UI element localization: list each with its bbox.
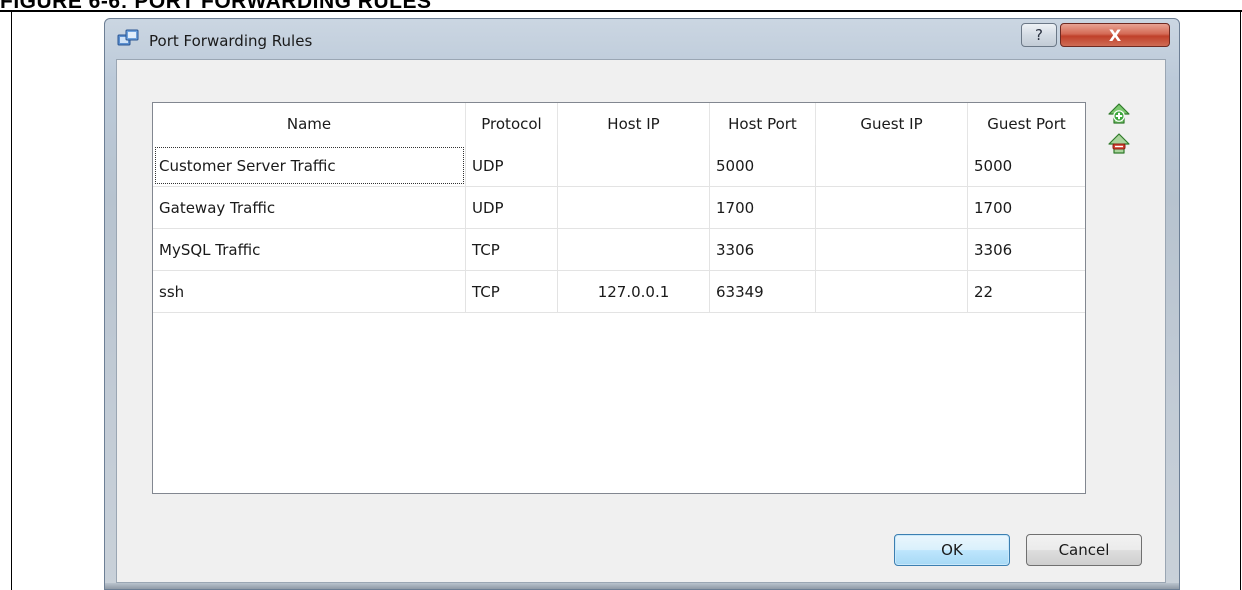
cell-protocol[interactable]: UDP — [466, 145, 558, 186]
cell-host-port[interactable]: 1700 — [710, 187, 816, 228]
cell-name[interactable]: Customer Server Traffic — [153, 145, 466, 186]
figure-frame-top — [0, 10, 1242, 12]
title-bar[interactable]: Port Forwarding Rules ? X — [105, 19, 1179, 59]
add-rule-icon[interactable] — [1108, 103, 1130, 125]
cell-host-ip[interactable] — [558, 145, 710, 186]
cell-name[interactable]: MySQL Traffic — [153, 229, 466, 270]
close-button[interactable]: X — [1060, 23, 1170, 47]
cell-host-port[interactable]: 63349 — [710, 271, 816, 312]
cell-guest-port[interactable]: 1700 — [968, 187, 1085, 228]
ok-button[interactable]: OK — [894, 534, 1010, 566]
cell-protocol[interactable]: UDP — [466, 187, 558, 228]
cell-host-ip[interactable] — [558, 187, 710, 228]
cell-name[interactable]: ssh — [153, 271, 466, 312]
cell-guest-port[interactable]: 3306 — [968, 229, 1085, 270]
cell-host-port[interactable]: 5000 — [710, 145, 816, 186]
cell-host-ip[interactable] — [558, 229, 710, 270]
column-header-host-ip[interactable]: Host IP — [558, 103, 710, 145]
table-row[interactable]: Gateway Traffic UDP 1700 1700 — [153, 187, 1085, 229]
column-header-protocol[interactable]: Protocol — [466, 103, 558, 145]
rules-table[interactable]: Name Protocol Host IP Host Port Guest IP… — [152, 102, 1086, 494]
cell-guest-ip[interactable] — [816, 145, 968, 186]
cell-host-port[interactable]: 3306 — [710, 229, 816, 270]
window-bottom-border — [105, 583, 1179, 589]
cell-guest-ip[interactable] — [816, 229, 968, 270]
cell-guest-port[interactable]: 22 — [968, 271, 1085, 312]
cell-protocol[interactable]: TCP — [466, 229, 558, 270]
column-header-guest-ip[interactable]: Guest IP — [816, 103, 968, 145]
cell-protocol[interactable]: TCP — [466, 271, 558, 312]
cell-guest-ip[interactable] — [816, 271, 968, 312]
table-row[interactable]: ssh TCP 127.0.0.1 63349 22 — [153, 271, 1085, 313]
cell-guest-ip[interactable] — [816, 187, 968, 228]
port-forwarding-dialog: Port Forwarding Rules ? X Name Protocol … — [104, 18, 1180, 590]
column-header-host-port[interactable]: Host Port — [710, 103, 816, 145]
table-row[interactable]: Customer Server Traffic UDP 5000 5000 — [153, 145, 1085, 187]
cell-guest-port[interactable]: 5000 — [968, 145, 1085, 186]
cell-name[interactable]: Gateway Traffic — [153, 187, 466, 228]
figure-frame-left — [11, 10, 12, 590]
table-row[interactable]: MySQL Traffic TCP 3306 3306 — [153, 229, 1085, 271]
column-header-guest-port[interactable]: Guest Port — [968, 103, 1085, 145]
dialog-client-area: Name Protocol Host IP Host Port Guest IP… — [116, 59, 1166, 583]
window-title: Port Forwarding Rules — [149, 32, 313, 50]
column-header-name[interactable]: Name — [153, 103, 466, 145]
remove-rule-icon[interactable] — [1108, 133, 1130, 155]
cell-host-ip[interactable]: 127.0.0.1 — [558, 271, 710, 312]
virtualbox-window-icon — [117, 29, 139, 49]
figure-frame-right — [1240, 10, 1241, 590]
help-button[interactable]: ? — [1021, 23, 1057, 47]
table-header: Name Protocol Host IP Host Port Guest IP… — [153, 103, 1085, 145]
cancel-button[interactable]: Cancel — [1026, 534, 1142, 566]
